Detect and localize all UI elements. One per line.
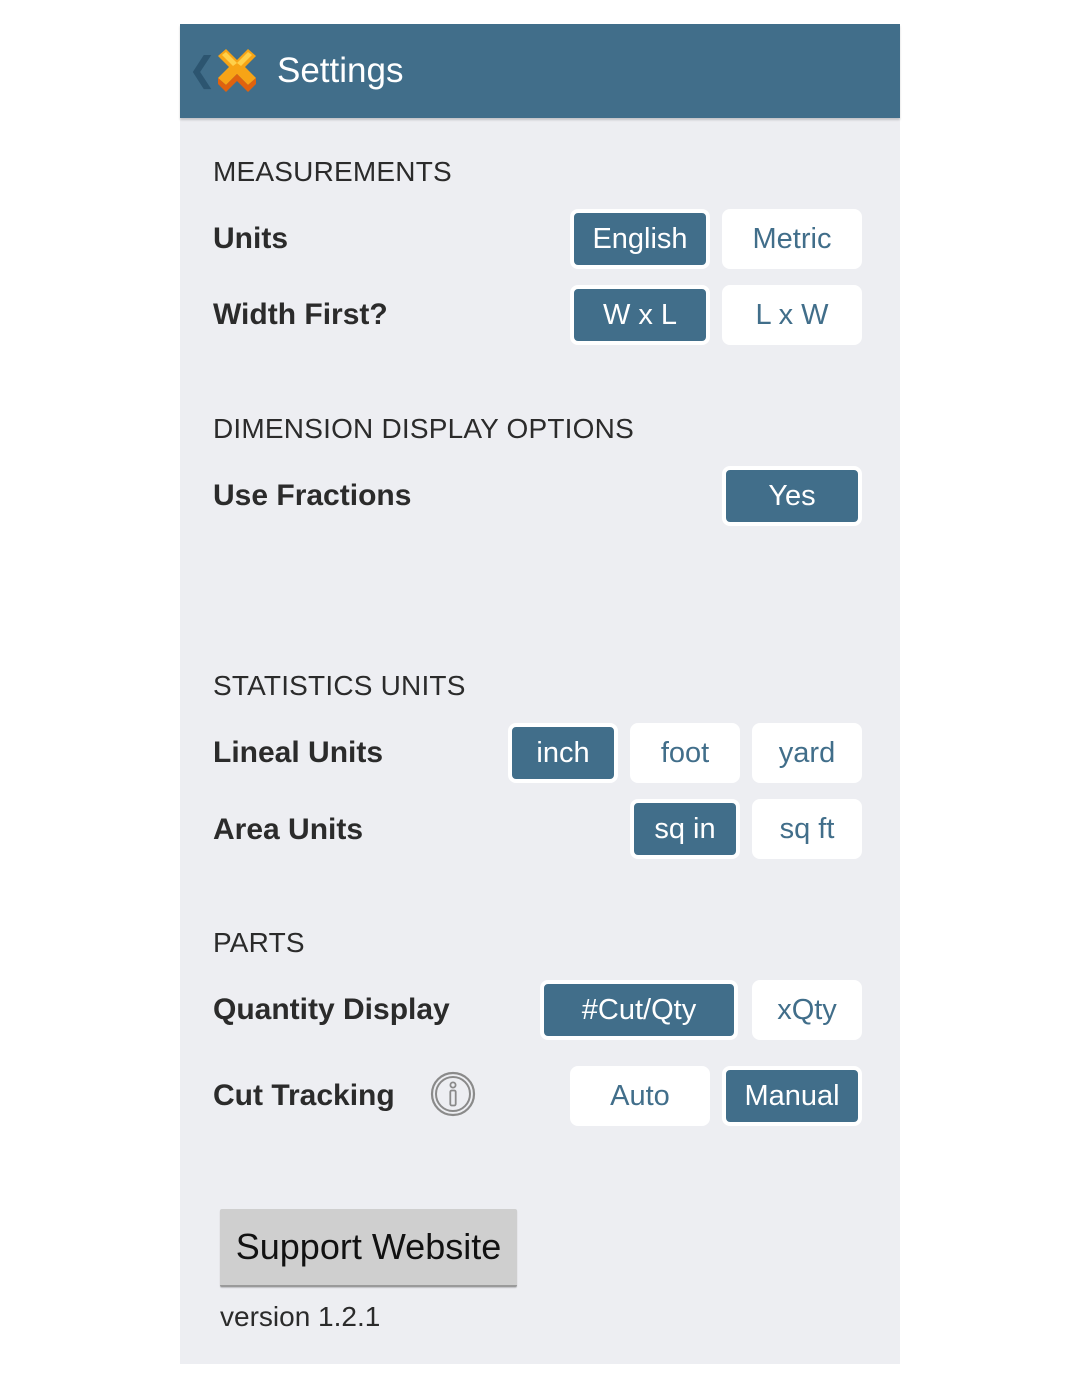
option-label: xQty	[777, 993, 837, 1026]
option-label: L x W	[755, 298, 829, 331]
lineal-units-inch-button[interactable]: inch	[508, 723, 618, 783]
width-first-label: Width First?	[213, 298, 388, 331]
info-icon[interactable]	[430, 1071, 476, 1117]
support-website-label: Support Website	[235, 1226, 502, 1267]
area-units-sq-in-button[interactable]: sq in	[630, 799, 740, 859]
units-metric-button[interactable]: Metric	[722, 209, 862, 269]
support-website-button[interactable]: Support Website	[220, 1209, 517, 1287]
option-label: Auto	[610, 1079, 670, 1112]
option-label: inch	[536, 736, 590, 769]
orange-x-logo-icon	[218, 49, 256, 92]
cut-tracking-auto-button[interactable]: Auto	[570, 1066, 710, 1126]
option-label: Metric	[752, 222, 832, 255]
option-label: #Cut/Qty	[581, 993, 697, 1026]
width-first-lxw-button[interactable]: L x W	[722, 285, 862, 345]
option-label: Manual	[744, 1079, 840, 1112]
option-label: W x L	[602, 298, 678, 331]
option-label: English	[592, 222, 688, 255]
settings-panel: ❮ Settings MEASUREMENTS Units English Me…	[180, 24, 900, 1364]
option-label: sq ft	[779, 812, 835, 845]
cut-tracking-label: Cut Tracking	[213, 1079, 395, 1112]
option-label: sq in	[654, 812, 716, 845]
section-heading-parts: PARTS	[213, 927, 305, 958]
option-label: foot	[660, 736, 710, 769]
option-label: yard	[778, 736, 836, 769]
units-english-button[interactable]: English	[570, 209, 710, 269]
option-label: Yes	[768, 479, 816, 512]
version-text: version 1.2.1	[220, 1301, 381, 1332]
lineal-units-yard-button[interactable]: yard	[752, 723, 862, 783]
page-title: Settings	[277, 51, 404, 90]
area-units-label: Area Units	[213, 813, 364, 846]
quantity-display-cut-qty-button[interactable]: #Cut/Qty	[540, 980, 738, 1040]
app-header: ❮ Settings	[180, 24, 900, 118]
width-first-wxl-button[interactable]: W x L	[570, 285, 710, 345]
area-units-sq-ft-button[interactable]: sq ft	[752, 799, 862, 859]
section-heading-statistics-units: STATISTICS UNITS	[213, 670, 466, 701]
quantity-display-xqty-button[interactable]: xQty	[752, 980, 862, 1040]
lineal-units-label: Lineal Units	[213, 736, 384, 769]
lineal-units-foot-button[interactable]: foot	[630, 723, 740, 783]
section-heading-dimension-display: DIMENSION DISPLAY OPTIONS	[213, 413, 634, 444]
units-label: Units	[213, 222, 288, 255]
use-fractions-label: Use Fractions	[213, 479, 412, 512]
use-fractions-yes-button[interactable]: Yes	[722, 466, 862, 526]
section-heading-measurements: MEASUREMENTS	[213, 156, 452, 187]
cut-tracking-manual-button[interactable]: Manual	[722, 1066, 862, 1126]
quantity-display-label: Quantity Display	[213, 993, 450, 1026]
chevron-left-icon[interactable]: ❮	[188, 50, 217, 90]
